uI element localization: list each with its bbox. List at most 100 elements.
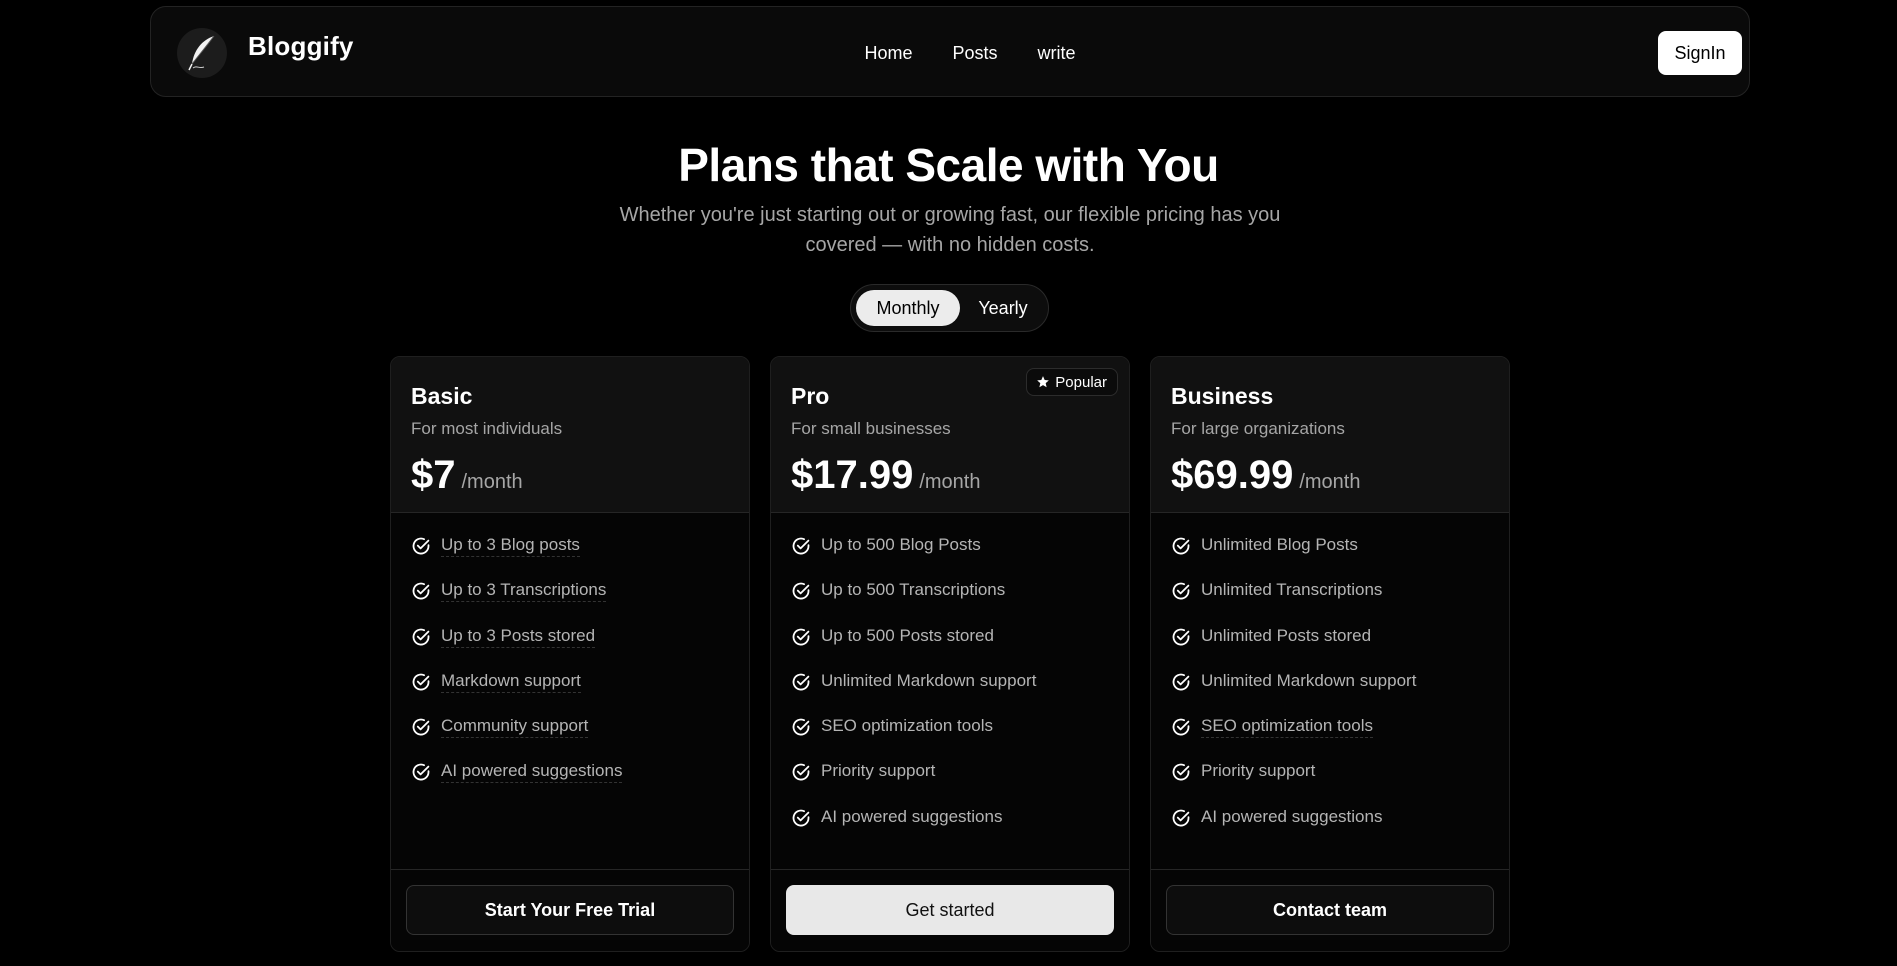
check-circle-icon [792, 718, 810, 736]
feature-text: Unlimited Posts stored [1201, 625, 1372, 645]
toggle-yearly[interactable]: Yearly [968, 290, 1038, 326]
feature-list: Up to 500 Blog Posts Up to 500 Transcrip… [771, 513, 1129, 852]
popular-badge-label: Popular [1055, 373, 1107, 391]
feature-item: Unlimited Blog Posts [1171, 535, 1489, 580]
plan-card-footer: Start Your Free Trial [391, 869, 749, 951]
page-title: Plans that Scale with You [678, 139, 1219, 191]
feature-item: Unlimited Posts stored [1171, 626, 1489, 671]
check-circle-icon [792, 537, 810, 555]
check-circle-icon [1172, 764, 1190, 781]
plan-price: $7 [411, 453, 456, 497]
feature-text: SEO optimization tools [821, 716, 993, 736]
billing-toggle: Monthly Yearly [850, 284, 1049, 332]
page-subtitle: Whether you're just starting out or grow… [619, 204, 1281, 256]
feature-item: SEO optimization tools [791, 716, 1109, 761]
start-free-trial-button[interactable]: Start Your Free Trial [406, 885, 734, 935]
plan-card-pro: Popular Pro For small businesses $17.99 … [770, 356, 1130, 952]
feature-item: Up to 500 Transcriptions [791, 580, 1109, 625]
check-circle-icon [792, 582, 810, 600]
feature-text: SEO optimization tools [1201, 716, 1373, 739]
check-circle-icon [792, 673, 810, 691]
check-circle-icon [792, 628, 810, 646]
plan-description: For large organizations [1171, 419, 1345, 438]
feature-text: Priority support [1201, 761, 1316, 781]
feature-list: Unlimited Blog Posts Unlimited Transcrip… [1151, 513, 1509, 852]
check-circle-icon [1172, 809, 1190, 827]
plan-name: Business [1171, 383, 1274, 409]
contact-team-button[interactable]: Contact team [1166, 885, 1494, 935]
feature-item: Community support [411, 716, 729, 761]
check-circle-icon [1172, 673, 1190, 691]
feature-item: AI powered suggestions [1171, 807, 1489, 852]
plan-card-header: Business For large organizations $69.99 … [1151, 357, 1509, 513]
plan-card-business: Business For large organizations $69.99 … [1150, 356, 1510, 952]
star-icon [1037, 376, 1050, 388]
price-row: $7 /month [411, 453, 729, 498]
nav-link-posts[interactable]: Posts [952, 43, 997, 64]
feature-text: AI powered suggestions [441, 761, 623, 784]
feature-text: Up to 3 Transcriptions [441, 580, 607, 603]
feature-text: Up to 500 Blog Posts [821, 535, 981, 554]
check-circle-icon [412, 537, 430, 555]
get-started-button[interactable]: Get started [786, 885, 1114, 935]
check-circle-icon [412, 718, 430, 736]
nav-link-home[interactable]: Home [864, 43, 912, 64]
plan-period: /month [461, 471, 523, 493]
feature-text: Community support [441, 716, 589, 739]
feature-text: Up to 3 Blog posts [441, 535, 580, 557]
feature-item: AI powered suggestions [791, 807, 1109, 852]
feature-text: Unlimited Blog Posts [1201, 535, 1358, 554]
check-circle-icon [412, 764, 430, 781]
nav-link-write[interactable]: write [1038, 43, 1076, 64]
plan-price: $69.99 [1171, 453, 1294, 497]
plan-card-basic: Basic For most individuals $7 /month Up … [390, 356, 750, 952]
check-circle-icon [1172, 582, 1190, 600]
feature-item: Unlimited Markdown support [1171, 671, 1489, 716]
feature-text: Unlimited Markdown support [821, 670, 1037, 690]
feature-item: Up to 3 Posts stored [411, 626, 729, 671]
feature-item: SEO optimization tools [1171, 716, 1489, 761]
feature-item: Priority support [791, 761, 1109, 806]
feature-text: Up to 3 Posts stored [441, 626, 596, 648]
feature-item: Up to 3 Blog posts [411, 535, 729, 580]
feature-text: Priority support [821, 761, 936, 781]
price-row: $17.99 /month [791, 453, 1109, 498]
feature-text: Unlimited Transcriptions [1201, 580, 1383, 600]
plan-card-footer: Get started [771, 869, 1129, 951]
check-circle-icon [1172, 628, 1190, 646]
feature-text: Unlimited Markdown support [1201, 670, 1417, 690]
feature-item: Up to 3 Transcriptions [411, 580, 729, 625]
plan-name: Basic [411, 383, 473, 409]
plan-price: $17.99 [791, 453, 914, 497]
check-circle-icon [792, 764, 810, 781]
feature-item: Priority support [1171, 761, 1489, 806]
check-circle-icon [1172, 537, 1190, 555]
feature-item: Markdown support [411, 671, 729, 716]
check-circle-icon [412, 582, 430, 600]
feature-item: Unlimited Transcriptions [1171, 580, 1489, 625]
popular-badge: Popular [1026, 368, 1118, 396]
check-circle-icon [412, 628, 430, 646]
nav-links: Home Posts write [151, 43, 1749, 64]
feature-text: Up to 500 Posts stored [821, 625, 994, 645]
feature-text: AI powered suggestions [1201, 806, 1383, 826]
feature-list: Up to 3 Blog posts Up to 3 Transcription… [391, 513, 749, 807]
feature-text: Markdown support [441, 671, 581, 693]
plan-card-footer: Contact team [1151, 869, 1509, 951]
plan-card-header: Basic For most individuals $7 /month [391, 357, 749, 513]
plan-description: For small businesses [791, 419, 951, 438]
toggle-monthly[interactable]: Monthly [856, 290, 960, 326]
check-circle-icon [792, 809, 810, 827]
price-row: $69.99 /month [1171, 453, 1489, 498]
feature-item: Up to 500 Blog Posts [791, 535, 1109, 580]
signin-button[interactable]: SignIn [1658, 31, 1742, 75]
check-circle-icon [1172, 718, 1190, 736]
navbar: Bloggify Home Posts write SignIn [150, 6, 1750, 97]
check-circle-icon [412, 673, 430, 691]
plan-period: /month [1299, 471, 1361, 493]
feature-text: AI powered suggestions [821, 806, 1003, 826]
feature-text: Up to 500 Transcriptions [821, 580, 1006, 600]
feature-item: AI powered suggestions [411, 761, 729, 806]
plan-period: /month [919, 471, 981, 493]
feature-item: Unlimited Markdown support [791, 671, 1109, 716]
